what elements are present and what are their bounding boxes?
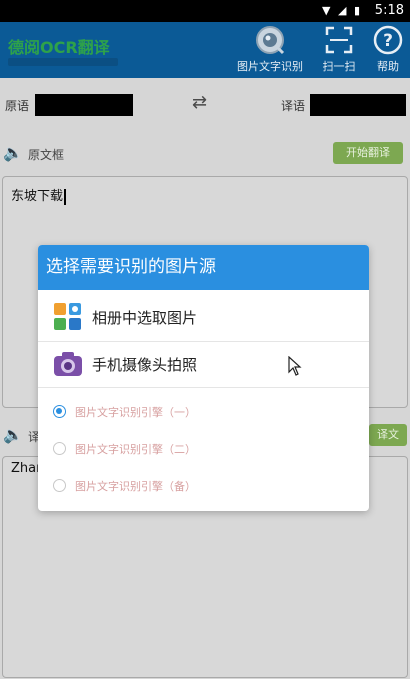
scan-button[interactable]: 扫一扫 <box>318 25 360 74</box>
gallery-icon <box>54 303 81 330</box>
radio-unselected-icon <box>53 442 66 455</box>
target-language-label: 译语 <box>281 99 306 113</box>
option-camera[interactable]: 手机摄像头拍照 <box>38 341 369 387</box>
source-box-label: 原文框 <box>28 148 65 162</box>
dialog-title: 选择需要识别的图片源 <box>38 245 369 290</box>
status-icons: ▼ ◢ ▮ <box>322 4 362 17</box>
engine-radio-3[interactable]: 图片文字识别引擎（备） <box>53 475 369 499</box>
image-ocr-button[interactable]: 图片文字识别 <box>234 25 306 74</box>
image-source-dialog: 选择需要识别的图片源 相册中选取图片 手机摄像头拍照 图片文字识别引擎（一） 图… <box>38 245 369 511</box>
option-gallery[interactable]: 相册中选取图片 <box>38 294 369 340</box>
target-language-select[interactable] <box>310 94 406 116</box>
radio-selected-icon <box>53 405 66 418</box>
source-text-wrap: 东坡下载 <box>11 185 67 205</box>
app-title: 德阅OCR翻译 <box>8 38 110 57</box>
status-time: 5:18 <box>374 3 404 18</box>
language-row: 原语 ⇄ 译语 <box>0 90 410 120</box>
mouse-pointer-icon <box>288 356 302 376</box>
engine-radio-1[interactable]: 图片文字识别引擎（一） <box>53 401 369 425</box>
translation-button[interactable]: 译文 <box>369 424 407 446</box>
engine-label-1: 图片文字识别引擎（一） <box>75 406 196 419</box>
text-caret <box>64 188 67 205</box>
source-language-label: 原语 <box>5 99 30 113</box>
help-label: 帮助 <box>377 60 399 73</box>
start-translate-button[interactable]: 开始翻译 <box>333 142 403 164</box>
image-ocr-label: 图片文字识别 <box>237 60 303 73</box>
option-camera-label: 手机摄像头拍照 <box>92 356 198 374</box>
help-icon: ? <box>373 25 403 55</box>
swap-arrows-icon[interactable]: ⇄ <box>192 92 207 113</box>
speaker-icon[interactable]: 🔈 <box>3 143 23 162</box>
app-subtitle-blurred <box>8 58 118 66</box>
engine-radio-2[interactable]: 图片文字识别引擎（二） <box>53 438 369 462</box>
source-language-select[interactable] <box>35 94 133 116</box>
source-text: 东坡下载 <box>11 189 64 204</box>
status-bar: ▼ ◢ ▮ 5:18 <box>0 0 410 22</box>
camera-lens-icon <box>256 26 285 55</box>
engine-label-2: 图片文字识别引擎（二） <box>75 443 196 456</box>
scan-label: 扫一扫 <box>322 60 356 73</box>
camera-icon <box>54 352 82 376</box>
option-gallery-label: 相册中选取图片 <box>92 309 198 327</box>
scan-icon <box>325 26 353 54</box>
svg-text:?: ? <box>383 31 393 51</box>
help-button[interactable]: ? 帮助 <box>368 25 408 74</box>
radio-unselected-icon <box>53 479 66 492</box>
engine-label-3: 图片文字识别引擎（备） <box>75 480 196 493</box>
divider <box>38 387 369 388</box>
app-bar: 德阅OCR翻译 图片文字识别 扫一扫 ? 帮助 <box>0 22 410 78</box>
target-speaker-icon[interactable]: 🔈 <box>3 425 23 444</box>
